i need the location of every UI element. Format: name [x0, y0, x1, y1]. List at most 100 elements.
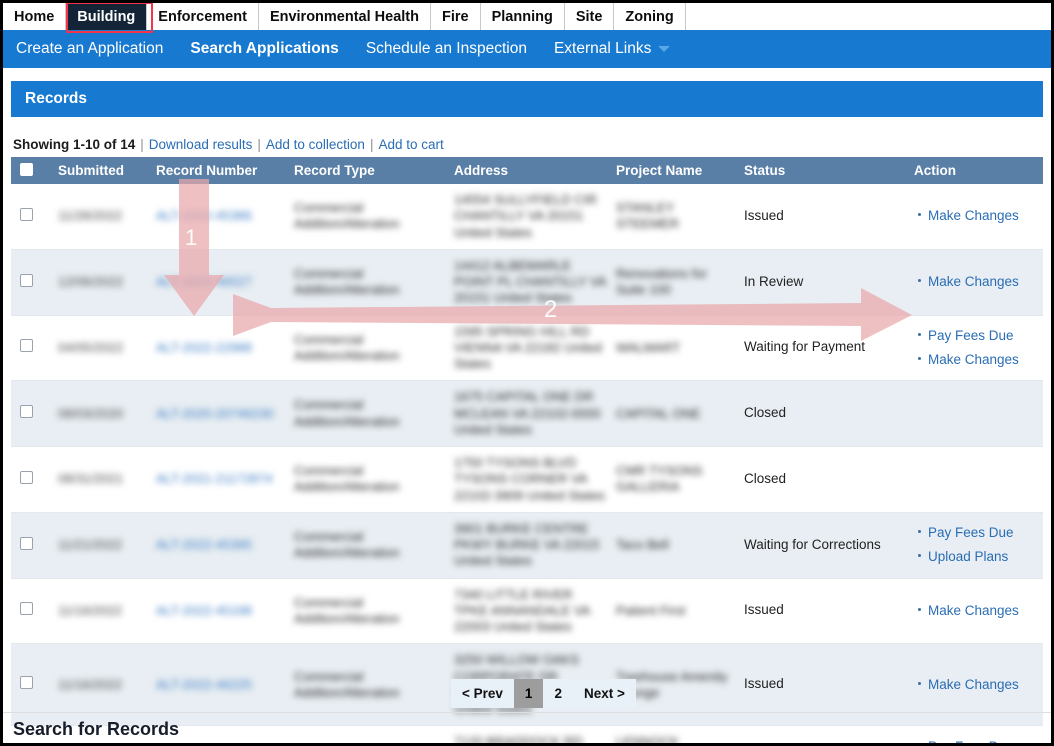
row-select-cell — [11, 578, 49, 645]
action-link-pay-fees-due[interactable]: Pay Fees Due — [928, 739, 1014, 743]
menu-external-links-label: External Links — [553, 40, 652, 57]
project_name: CAPITAL ONE — [616, 405, 701, 421]
record_type-cell: Commercial Addition/Alteration — [285, 315, 445, 382]
status-cell: Issued — [735, 184, 905, 250]
action-link-make-changes[interactable]: Make Changes — [928, 352, 1019, 367]
column-header-record-type[interactable]: Record Type — [285, 157, 445, 184]
add-to-collection-link[interactable]: Add to collection — [266, 137, 365, 152]
column-header-action[interactable]: Action — [905, 157, 1043, 184]
submitted: 11/28/2022 — [58, 208, 123, 224]
column-header-submitted[interactable]: Submitted — [49, 157, 147, 184]
column-header-address[interactable]: Address — [445, 157, 607, 184]
record_number[interactable]: ALT-2021-21172874 — [156, 471, 273, 486]
row-select-cell — [11, 643, 49, 727]
submitted: 08/03/2020 — [58, 405, 124, 421]
pagination-prev-button[interactable]: < Prev — [451, 679, 514, 708]
row-action-list: Make Changes — [914, 599, 1043, 623]
row-select-checkbox[interactable] — [20, 536, 33, 550]
record_number[interactable]: ALT-2022-45198 — [156, 603, 252, 618]
project_name-cell: Renovations for Suite 100 — [607, 249, 735, 316]
tab-home[interactable]: Home — [3, 3, 67, 30]
tab-enforcement[interactable]: Enforcement — [147, 3, 259, 30]
record_type-cell: Commercial Addition/Alteration — [285, 512, 445, 579]
project_name-cell: Taco Bell — [607, 512, 735, 579]
row-select-checkbox[interactable] — [20, 676, 33, 690]
action-link-make-changes[interactable]: Make Changes — [928, 603, 1019, 618]
row-select-checkbox[interactable] — [20, 405, 33, 418]
action-link-make-changes[interactable]: Make Changes — [928, 274, 1019, 289]
menu-external-links[interactable]: External Links — [541, 40, 684, 58]
menu-search-applications-label: Search Applications — [190, 40, 339, 57]
record_number[interactable]: ALT-2022-45395 — [156, 537, 252, 552]
action-link-make-changes[interactable]: Make Changes — [928, 208, 1019, 223]
table-row: 08/03/2020 ALT-2020-20746230 Commercial Ad… — [11, 380, 1043, 447]
tab-building[interactable]: Building — [66, 3, 148, 36]
address-cell: 1595 SPRING HILL RD VIENNA VA 22182 Unit… — [445, 315, 607, 382]
download-results-link[interactable]: Download results — [149, 137, 253, 152]
address-cell: 1675 CAPITAL ONE DR MCLEAN VA 22102-0000… — [445, 380, 607, 447]
column-header-status[interactable]: Status — [735, 157, 905, 184]
record_number-cell: ALT-2022-46527 — [147, 249, 285, 316]
tab-planning[interactable]: Planning — [480, 3, 565, 30]
pagination-page-2[interactable]: 2 — [543, 679, 573, 708]
record_number-cell: ALT-2022-45395 — [147, 512, 285, 579]
record_number[interactable]: ALT-2022-46225 — [156, 677, 252, 692]
column-header-project-name[interactable]: Project Name — [607, 157, 735, 184]
row-action-item: Pay Fees Due — [928, 735, 1043, 743]
records-table-body: 11/28/2022 ALT-2022-45386 Commercial Addit… — [11, 184, 1043, 743]
row-select-checkbox[interactable] — [20, 339, 33, 353]
record_number-cell: ALT-2022-46225 — [147, 643, 285, 727]
tab-environmental-health-label: Environmental Health — [269, 8, 419, 25]
primary-action-bar: Create an Application Search Application… — [3, 30, 1051, 68]
action-link-upload-plans[interactable]: Upload Plans — [928, 549, 1008, 564]
row-select-checkbox[interactable] — [20, 273, 33, 287]
status-cell: Closed — [735, 380, 905, 447]
results-summary-bar: Showing 1-10 of 14 | Download results | … — [13, 137, 444, 152]
row-select-checkbox[interactable] — [20, 207, 33, 221]
record_number[interactable]: ALT-2020-20746230 — [156, 406, 274, 421]
status-badge: Issued — [744, 676, 784, 692]
row-action-list: Make Changes — [914, 270, 1043, 294]
status-cell: Issued — [735, 578, 905, 645]
address: 1675 CAPITAL ONE DR MCLEAN VA 22102-0000… — [454, 389, 601, 437]
record_number[interactable]: ALT-2022-45386 — [156, 208, 252, 223]
status-badge: Closed — [744, 405, 787, 421]
record_type: Commercial Addition/Alteration — [294, 668, 400, 700]
chevron-down-icon — [658, 46, 671, 52]
tab-zoning[interactable]: Zoning — [614, 3, 686, 30]
add-to-cart-link[interactable]: Add to cart — [378, 137, 443, 152]
tab-planning-label: Planning — [491, 8, 553, 25]
address: 1595 SPRING HILL RD VIENNA VA 22182 Unit… — [454, 323, 602, 372]
menu-schedule-an-inspection[interactable]: Schedule an Inspection — [353, 40, 541, 58]
menu-create-an-application[interactable]: Create an Application — [3, 40, 177, 58]
record_type-cell: Commercial Addition/Alteration — [285, 643, 445, 727]
row-select-checkbox[interactable] — [20, 470, 33, 484]
submitted-cell: 04/05/2022 — [49, 315, 147, 382]
record_type-cell: Commercial Addition/Alteration — [285, 578, 445, 645]
action-link-pay-fees-due[interactable]: Pay Fees Due — [928, 328, 1014, 343]
select-all-checkbox[interactable] — [20, 162, 33, 176]
tab-site[interactable]: Site — [564, 3, 615, 30]
submitted-cell: 11/16/2022 — [49, 578, 147, 645]
record_number[interactable]: ALT-2022-22988 — [156, 340, 252, 355]
tab-fire[interactable]: Fire — [431, 3, 481, 30]
pagination-next-button[interactable]: Next > — [573, 679, 636, 708]
tab-enforcement-label: Enforcement — [158, 8, 247, 25]
project_name: Patient First — [616, 602, 686, 618]
address-cell: 3901 BURKE CENTRE PKWY BURKE VA 22015 Un… — [445, 512, 607, 579]
address: 14412 ALBEMARLE POINT PL CHANTILLY VA 20… — [454, 257, 606, 306]
pagination-control: < Prev 1 2 Next > — [451, 679, 636, 708]
menu-search-applications[interactable]: Search Applications — [177, 40, 352, 58]
row-select-checkbox[interactable] — [20, 602, 33, 616]
record_number[interactable]: ALT-2022-46527 — [156, 274, 252, 289]
row-select-cell — [11, 512, 49, 579]
action-link-pay-fees-due[interactable]: Pay Fees Due — [928, 525, 1014, 540]
action-cell: Make Changes — [905, 643, 1043, 727]
record_type-cell: Commercial Addition/Alteration — [285, 380, 445, 447]
tab-environmental-health[interactable]: Environmental Health — [258, 3, 431, 30]
column-header-record-number[interactable]: Record Number — [147, 157, 285, 184]
project_name-cell: CMR TYSONS GALLERIA — [607, 446, 735, 513]
action-link-make-changes[interactable]: Make Changes — [928, 677, 1019, 692]
pagination-page-1[interactable]: 1 — [513, 679, 544, 708]
action-cell: Make Changes — [905, 184, 1043, 250]
